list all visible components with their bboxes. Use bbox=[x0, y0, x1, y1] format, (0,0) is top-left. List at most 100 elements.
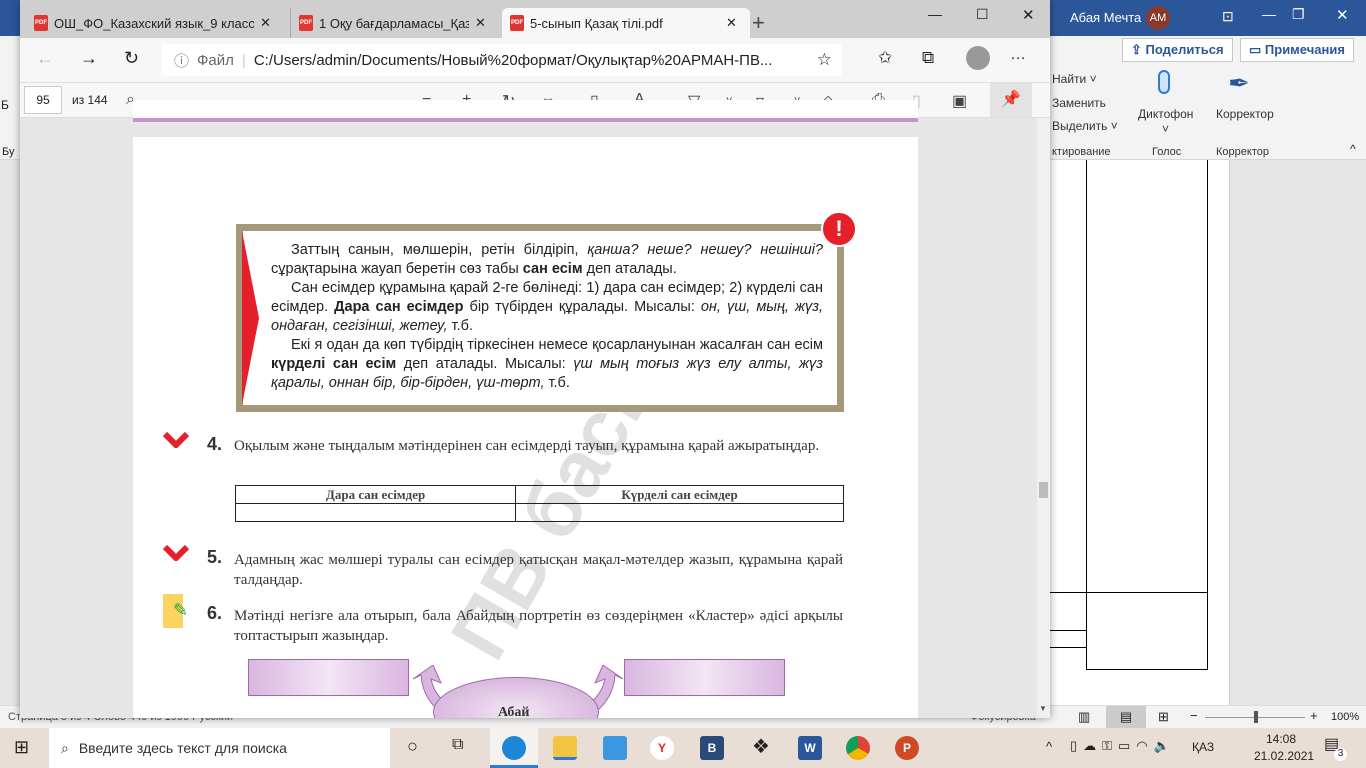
comments-button[interactable]: ▭ Примечания bbox=[1240, 38, 1354, 62]
zoom-slider-thumb[interactable] bbox=[1254, 711, 1258, 723]
word-user-name: Абая Мечта bbox=[1070, 10, 1142, 25]
clock-time[interactable]: 14:08 bbox=[1266, 732, 1296, 746]
share-icon: ⇪ bbox=[1131, 42, 1146, 57]
minimize-button[interactable]: — bbox=[928, 6, 942, 22]
taskbar-word[interactable]: W bbox=[798, 736, 822, 760]
notification-count: 3 bbox=[1334, 748, 1347, 761]
pin-toolbar-icon[interactable]: 📌 bbox=[990, 83, 1032, 117]
rule-paragraph-1: Заттың санын, мөлшерін, ретін білдіріп, … bbox=[271, 242, 823, 277]
ribbon-left-label: Бу bbox=[2, 146, 15, 158]
print-layout-icon[interactable]: ▤ bbox=[1106, 706, 1146, 728]
dictate-button[interactable]: Диктофон bbox=[1138, 107, 1193, 121]
task-number: 5. bbox=[207, 547, 223, 567]
refresh-icon[interactable]: ↻ bbox=[124, 48, 139, 69]
url-text: C:/Users/admin/Documents/Новый%20формат/… bbox=[253, 51, 773, 69]
add-favorite-icon[interactable]: ☆ bbox=[817, 50, 832, 70]
task-number: 6. bbox=[207, 603, 223, 623]
taskbar-edge[interactable] bbox=[490, 728, 538, 768]
red-arrow-marker bbox=[242, 231, 259, 405]
word-page bbox=[1050, 160, 1230, 705]
word-minimize-button[interactable]: — bbox=[1262, 6, 1276, 22]
taskbar-search-input[interactable]: ⌕ Введите здесь текст для поиска bbox=[49, 728, 390, 768]
tab-item[interactable]: PDF1 Оқу бағдарламасы_Қазақ тілі✕ bbox=[290, 8, 500, 38]
save-as-icon[interactable]: ▣ bbox=[952, 91, 967, 111]
task-number: 4. bbox=[207, 434, 223, 454]
exclamation-icon: ! bbox=[821, 211, 857, 247]
zoom-in-button[interactable]: + bbox=[1310, 708, 1318, 723]
dictate-chevron-icon[interactable]: ˅ bbox=[1162, 122, 1169, 136]
page-number-input[interactable]: 95 bbox=[24, 86, 62, 114]
profile-icon[interactable] bbox=[966, 46, 990, 70]
comment-icon: ▭ bbox=[1249, 42, 1265, 57]
language-indicator[interactable]: ҚАЗ bbox=[1192, 740, 1214, 754]
close-tab-icon[interactable]: ✕ bbox=[475, 15, 486, 31]
file-label: Файл bbox=[197, 51, 234, 69]
task-text: Оқылым және тыңдалым мәтіндерінен сан ес… bbox=[234, 438, 820, 454]
microphone-icon bbox=[1158, 70, 1170, 94]
avatar[interactable]: АМ bbox=[1146, 6, 1170, 30]
info-icon: ⓘ bbox=[174, 52, 190, 70]
ribbon-left-clip: Б bbox=[1, 98, 9, 112]
cluster-center-label: Абай bbox=[498, 705, 530, 718]
ribbon-display-icon[interactable]: ⊡ bbox=[1222, 8, 1234, 25]
forward-icon[interactable]: → bbox=[80, 48, 98, 69]
search-icon: ⌕ bbox=[61, 739, 69, 756]
tab-item-active[interactable]: PDF 5-сынып Қазақ тілі.pdf ✕ bbox=[502, 8, 750, 38]
group-voice-label: Голос bbox=[1152, 146, 1182, 158]
show-hidden-icons[interactable]: ^ bbox=[1046, 739, 1052, 754]
table-header: Дара сан есімдер bbox=[234, 485, 517, 504]
previous-page-bottom bbox=[133, 100, 918, 122]
checkmark-icon bbox=[163, 431, 189, 448]
close-tab-icon[interactable]: ✕ bbox=[260, 15, 271, 31]
rule-paragraph-3: Екі я одан да көп түбірдің тіркесінен не… bbox=[271, 337, 823, 391]
read-mode-icon[interactable]: ▥ bbox=[1078, 709, 1090, 725]
group-editor-label: Корректор bbox=[1216, 146, 1269, 158]
zoom-out-button[interactable]: − bbox=[1190, 708, 1198, 723]
task-view-icon[interactable]: ⧉ bbox=[452, 736, 463, 754]
word-restore-button[interactable]: ❐ bbox=[1292, 6, 1305, 23]
task-text: Адамның жас мөлшері туралы сан есімдер қ… bbox=[234, 552, 843, 588]
address-bar-row: ← → ↻ ⓘ Файл | C:/Users/admin/Documents/… bbox=[20, 38, 1050, 82]
maximize-button[interactable]: ☐ bbox=[976, 6, 989, 23]
editor-button[interactable]: Корректор bbox=[1216, 107, 1274, 121]
taskbar-b-app[interactable]: B bbox=[700, 736, 724, 760]
collections-icon[interactable]: ⧉ bbox=[922, 48, 934, 68]
taskbar-file-explorer[interactable] bbox=[553, 736, 577, 760]
new-tab-button[interactable]: + bbox=[752, 10, 765, 36]
find-button[interactable]: Найти ˅ bbox=[1052, 72, 1097, 86]
word-close-button[interactable]: ✕ bbox=[1336, 6, 1349, 24]
select-button[interactable]: Выделить ˅ bbox=[1052, 119, 1118, 133]
divider: | bbox=[241, 51, 246, 69]
more-icon[interactable]: … bbox=[1010, 46, 1026, 64]
close-button[interactable]: ✕ bbox=[1022, 6, 1035, 24]
windows-start-icon[interactable]: ⊞ bbox=[14, 737, 29, 758]
close-tab-icon[interactable]: ✕ bbox=[726, 15, 737, 31]
taskbar-mail[interactable] bbox=[603, 736, 627, 760]
taskbar-dropbox[interactable]: ❖ bbox=[752, 734, 770, 759]
scrollbar-thumb[interactable] bbox=[1039, 482, 1048, 498]
taskbar-chrome[interactable] bbox=[846, 736, 870, 760]
replace-button[interactable]: Заменить bbox=[1052, 96, 1106, 110]
table-header: Күрделі сан есімдер bbox=[515, 485, 844, 504]
editor-pen-icon: ✒ bbox=[1228, 68, 1250, 98]
taskbar-powerpoint[interactable]: P bbox=[895, 736, 919, 760]
tray-icons[interactable]: ▯☁⚿▭◠🔈 bbox=[1070, 738, 1176, 754]
edge-window: PDF ОШ_ФО_Казахский язык_9 класс ✕ PDF 1 Оқ… bbox=[20, 0, 1050, 718]
address-bar[interactable]: ⓘ Файл | C:/Users/admin/Documents/Новый%… bbox=[162, 44, 842, 76]
pdf-icon: PDF bbox=[510, 15, 524, 31]
vertical-scrollbar[interactable]: ▲ ▼ bbox=[1037, 118, 1050, 718]
web-layout-icon[interactable]: ⊞ bbox=[1158, 709, 1169, 725]
cortana-icon[interactable]: ○ bbox=[407, 736, 418, 757]
scroll-down-icon[interactable]: ▼ bbox=[1039, 704, 1047, 713]
collapse-ribbon-icon[interactable]: ^ bbox=[1350, 142, 1356, 156]
share-button[interactable]: ⇪ Поделиться bbox=[1122, 38, 1233, 62]
cluster-box-left bbox=[248, 659, 409, 696]
clock-date[interactable]: 21.02.2021 bbox=[1254, 749, 1314, 763]
tab-item[interactable]: PDF ОШ_ФО_Казахский язык_9 класс ✕ bbox=[26, 8, 288, 38]
taskbar-yandex[interactable]: Y bbox=[650, 736, 674, 760]
pdf-icon: PDF bbox=[34, 15, 48, 31]
back-icon[interactable]: ← bbox=[36, 48, 54, 69]
zoom-level: 100% bbox=[1331, 711, 1360, 723]
word-table-line bbox=[1050, 592, 1208, 593]
favorites-icon[interactable]: ✩ bbox=[878, 48, 892, 68]
